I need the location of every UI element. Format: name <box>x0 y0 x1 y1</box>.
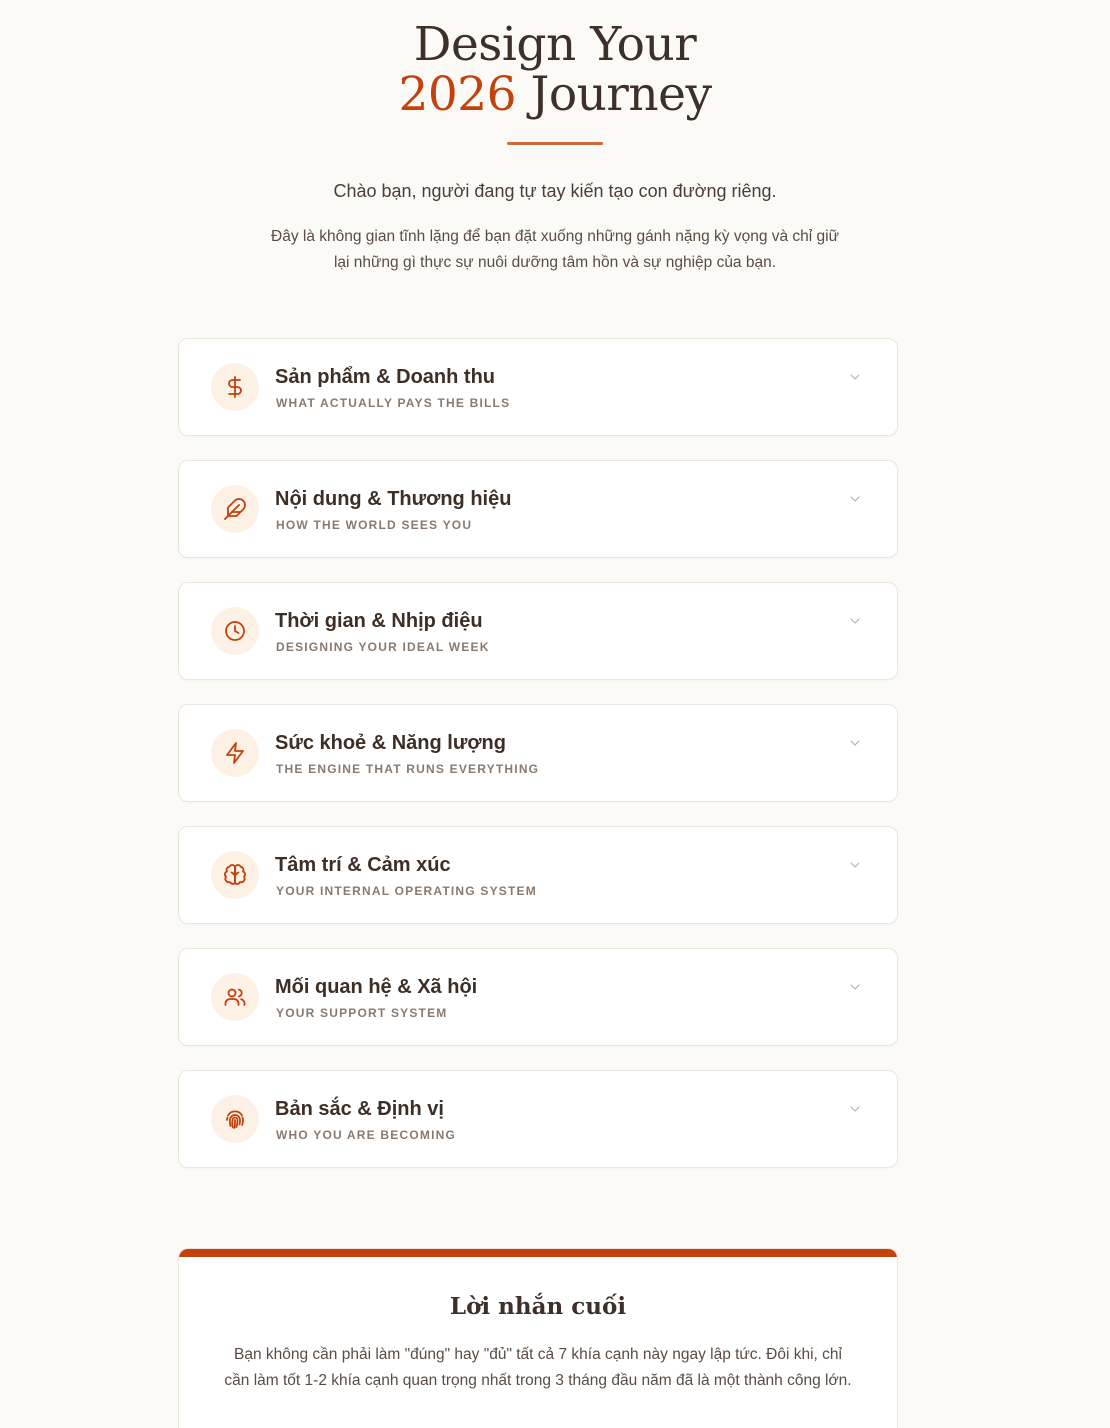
chevron-down-icon[interactable] <box>847 979 863 995</box>
final-message-card: Lời nhắn cuối Bạn không cần phải làm "đú… <box>178 1248 898 1428</box>
section-card-health[interactable]: Sức khoẻ & Năng lượng THE ENGINE THAT RU… <box>178 704 898 802</box>
section-subtitle: DESIGNING YOUR IDEAL WEEK <box>276 640 490 654</box>
clock-icon <box>211 607 259 655</box>
section-title: Nội dung & Thương hiệu <box>275 488 512 510</box>
section-subtitle: WHO YOU ARE BECOMING <box>276 1128 457 1142</box>
section-title: Thời gian & Nhịp điệu <box>275 610 483 632</box>
section-title: Sản phẩm & Doanh thu <box>275 366 495 388</box>
fingerprint-icon <box>211 1095 259 1143</box>
chevron-down-icon[interactable] <box>847 857 863 873</box>
section-card-identity[interactable]: Bản sắc & Định vị WHO YOU ARE BECOMING <box>178 1070 898 1168</box>
section-card-relationships[interactable]: Mối quan hệ & Xã hội YOUR SUPPORT SYSTEM <box>178 948 898 1046</box>
sections-list: Sản phẩm & Doanh thu WHAT ACTUALLY PAYS … <box>178 338 898 1192</box>
lightning-icon <box>211 729 259 777</box>
final-accent-bar <box>179 1249 897 1257</box>
title-line-2: Journey <box>516 67 713 122</box>
section-title: Mối quan hệ & Xã hội <box>275 976 478 998</box>
section-title: Sức khoẻ & Năng lượng <box>275 732 506 754</box>
title-divider <box>507 142 603 145</box>
section-subtitle: YOUR INTERNAL OPERATING SYSTEM <box>276 884 537 898</box>
section-subtitle: HOW THE WORLD SEES YOU <box>276 518 473 532</box>
section-subtitle: THE ENGINE THAT RUNS EVERYTHING <box>276 762 540 776</box>
final-title: Lời nhắn cuối <box>449 1293 627 1320</box>
chevron-down-icon[interactable] <box>847 1101 863 1117</box>
section-title: Tâm trí & Cảm xúc <box>275 854 451 876</box>
brain-icon <box>211 851 259 899</box>
title-year: 2026 <box>398 67 517 122</box>
dollar-icon <box>211 363 259 411</box>
title-line-1: Design Your <box>413 17 697 72</box>
feather-icon <box>211 485 259 533</box>
section-card-mind[interactable]: Tâm trí & Cảm xúc YOUR INTERNAL OPERATIN… <box>178 826 898 924</box>
chevron-down-icon[interactable] <box>847 369 863 385</box>
section-subtitle: YOUR SUPPORT SYSTEM <box>276 1006 448 1020</box>
chevron-down-icon[interactable] <box>847 735 863 751</box>
chevron-down-icon[interactable] <box>847 491 863 507</box>
section-card-time[interactable]: Thời gian & Nhịp điệu DESIGNING YOUR IDE… <box>178 582 898 680</box>
users-icon <box>211 973 259 1021</box>
intro-text: Đây là không gian tĩnh lặng để bạn đặt x… <box>271 228 839 271</box>
section-title: Bản sắc & Định vị <box>275 1098 444 1120</box>
greeting-text: Chào bạn, người đang tự tay kiến tạo con… <box>333 181 777 201</box>
section-card-revenue[interactable]: Sản phẩm & Doanh thu WHAT ACTUALLY PAYS … <box>178 338 898 436</box>
section-card-brand[interactable]: Nội dung & Thương hiệu HOW THE WORLD SEE… <box>178 460 898 558</box>
page-title: Design Your 2026 Journey <box>0 20 1110 120</box>
hero: Design Your 2026 Journey Chào bạn, người… <box>0 0 1110 276</box>
chevron-down-icon[interactable] <box>847 613 863 629</box>
page: Design Your 2026 Journey Chào bạn, người… <box>0 0 1110 1428</box>
final-text: Bạn không cần phải làm "đúng" hay "đủ" t… <box>224 1346 852 1389</box>
section-subtitle: WHAT ACTUALLY PAYS THE BILLS <box>276 396 511 410</box>
